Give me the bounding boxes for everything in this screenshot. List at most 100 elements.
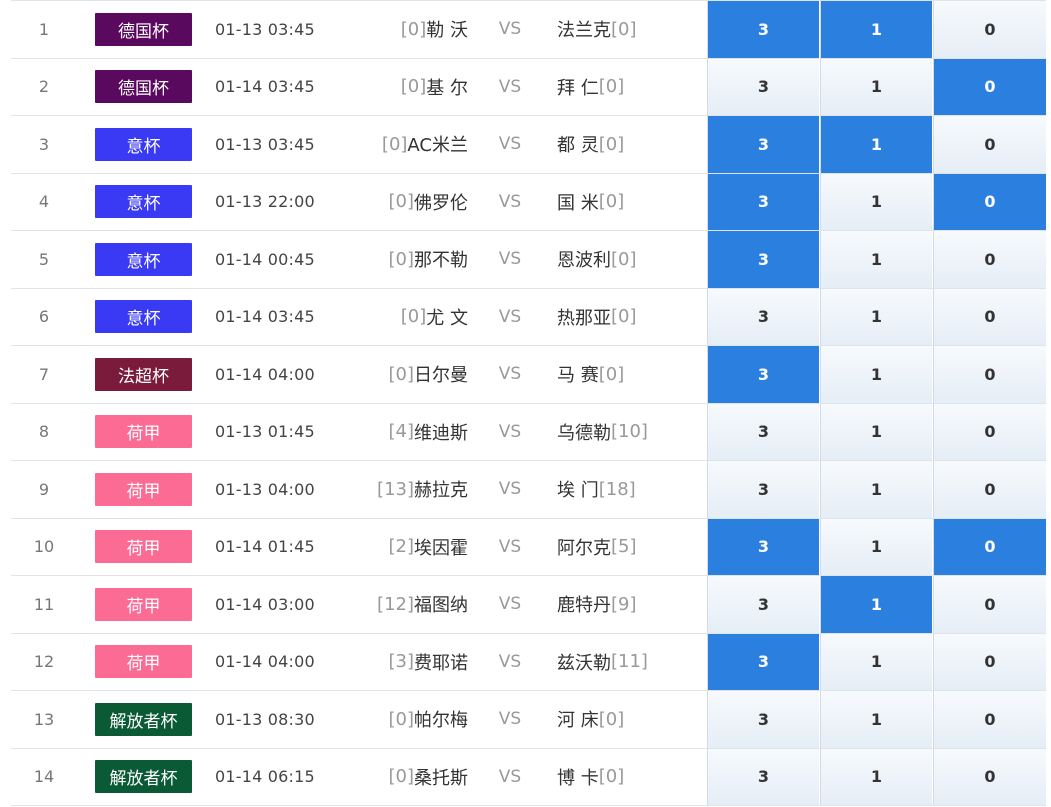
away-rank: [0]: [598, 133, 625, 155]
option-lose-button[interactable]: 0: [933, 173, 1046, 230]
vs-label: VS: [498, 134, 522, 155]
option-draw-button[interactable]: 1: [820, 461, 932, 518]
option-lose-button[interactable]: 0: [933, 576, 1046, 633]
vs-label: VS: [498, 306, 522, 327]
home-team: [13] 赫拉克: [356, 461, 468, 518]
option-draw-button[interactable]: 1: [820, 633, 932, 690]
option-lose-button[interactable]: 0: [933, 518, 1046, 575]
option-draw-button[interactable]: 1: [820, 173, 932, 230]
option-draw-button[interactable]: 1: [820, 231, 932, 288]
league-badge[interactable]: 法超杯: [95, 357, 192, 391]
home-team-name: 埃因霍: [414, 537, 468, 559]
away-rank: [0]: [611, 248, 637, 270]
option-win-button[interactable]: 3: [707, 1, 819, 58]
option-win-button[interactable]: 3: [707, 288, 819, 345]
option-lose-button[interactable]: 0: [933, 58, 1046, 115]
option-lose-button[interactable]: 0: [933, 116, 1046, 173]
away-team-name: 都 灵: [557, 135, 599, 157]
home-team: [0] 那不勒: [356, 231, 469, 288]
option-win-button[interactable]: 3: [707, 116, 819, 173]
option-draw-button[interactable]: 1: [820, 576, 932, 633]
league-badge[interactable]: 荷甲: [95, 645, 192, 679]
match-row: 9 荷甲 01-13 04:00 [13] 赫拉克 VS 埃 门 [18] 3 1 0: [11, 461, 1046, 519]
option-win-button[interactable]: 3: [707, 461, 819, 518]
match-time: 01-13 03:45: [215, 19, 315, 39]
option-win-button[interactable]: 3: [707, 346, 819, 403]
league-badge[interactable]: 荷甲: [95, 530, 192, 564]
option-draw-button[interactable]: 1: [820, 346, 932, 403]
away-team-name: 乌德勒: [557, 422, 611, 444]
option-win-button[interactable]: 3: [707, 576, 819, 633]
option-win-button[interactable]: 3: [707, 58, 819, 115]
option-draw-button[interactable]: 1: [820, 58, 932, 115]
option-draw-button[interactable]: 1: [820, 691, 932, 748]
option-lose-button[interactable]: 0: [933, 633, 1046, 690]
option-lose-button[interactable]: 0: [933, 403, 1046, 460]
home-rank: [0]: [400, 18, 427, 40]
match-time: 01-13 22:00: [215, 192, 315, 212]
option-draw-button[interactable]: 1: [820, 288, 932, 345]
option-draw-button[interactable]: 1: [820, 403, 932, 460]
away-team-name: 法兰克: [557, 20, 611, 42]
option-lose-button[interactable]: 0: [933, 346, 1046, 403]
option-lose-button[interactable]: 0: [933, 1, 1046, 58]
match-time: 01-14 03:45: [215, 77, 315, 97]
row-index: 5: [38, 249, 50, 269]
home-team-name: 福图纳: [414, 595, 468, 617]
option-win-button[interactable]: 3: [707, 231, 819, 288]
option-win-button[interactable]: 3: [707, 518, 819, 575]
option-win-button[interactable]: 3: [707, 403, 819, 460]
league-cell: 解放者杯: [95, 749, 192, 806]
match-time: 01-14 06:15: [215, 767, 315, 787]
league-cell: 荷甲: [95, 461, 192, 518]
option-draw-button[interactable]: 1: [820, 518, 932, 575]
option-lose-button[interactable]: 0: [933, 288, 1046, 345]
away-team-name: 国 米: [557, 192, 599, 214]
away-team: 博 卡 [0]: [557, 749, 717, 806]
league-badge[interactable]: 荷甲: [95, 472, 192, 506]
league-badge[interactable]: 荷甲: [95, 587, 192, 621]
league-badge[interactable]: 荷甲: [95, 415, 192, 449]
away-rank: [11]: [611, 651, 648, 673]
home-team-name: 勒 沃: [426, 20, 468, 42]
option-lose-button[interactable]: 0: [933, 461, 1046, 518]
option-draw-button[interactable]: 1: [820, 116, 932, 173]
option-win-button[interactable]: 3: [707, 633, 819, 690]
home-team-name: 日尔曼: [414, 365, 468, 387]
league-cell: 意杯: [95, 174, 192, 231]
option-lose-button[interactable]: 0: [933, 691, 1046, 748]
match-time: 01-13 03:45: [215, 134, 315, 154]
league-badge[interactable]: 解放者杯: [95, 760, 192, 794]
home-team: [0] 佛罗伦: [356, 174, 469, 231]
option-lose-button[interactable]: 0: [933, 231, 1046, 288]
away-team: 兹沃勒 [11]: [557, 634, 717, 691]
league-badge[interactable]: 意杯: [95, 127, 192, 161]
home-team-name: 佛罗伦: [414, 192, 468, 214]
option-win-button[interactable]: 3: [707, 691, 819, 748]
league-badge[interactable]: 意杯: [95, 185, 192, 219]
league-cell: 荷甲: [95, 519, 192, 576]
row-index: 11: [33, 594, 55, 614]
option-draw-button[interactable]: 1: [820, 748, 932, 805]
away-team-name: 埃 门: [557, 480, 599, 502]
option-win-button[interactable]: 3: [707, 173, 819, 230]
league-cell: 意杯: [95, 289, 192, 346]
option-lose-button[interactable]: 0: [933, 748, 1046, 805]
league-badge[interactable]: 解放者杯: [95, 702, 192, 736]
away-team: 热那亚 [0]: [557, 289, 717, 346]
away-team: 埃 门 [18]: [557, 461, 717, 518]
league-cell: 意杯: [95, 231, 192, 288]
vs-label: VS: [498, 709, 522, 730]
league-badge[interactable]: 意杯: [95, 242, 192, 276]
row-index: 4: [38, 192, 50, 212]
away-team-name: 拜 仁: [557, 77, 599, 99]
away-team-name: 热那亚: [557, 307, 611, 329]
option-draw-button[interactable]: 1: [820, 1, 932, 58]
option-win-button[interactable]: 3: [707, 748, 819, 805]
home-team: [0] 日尔曼: [356, 346, 469, 403]
league-badge[interactable]: 德国杯: [95, 12, 192, 46]
league-badge[interactable]: 德国杯: [95, 70, 192, 104]
vs-label: VS: [498, 364, 522, 385]
league-badge[interactable]: 意杯: [95, 300, 192, 334]
league-cell: 荷甲: [95, 634, 192, 691]
